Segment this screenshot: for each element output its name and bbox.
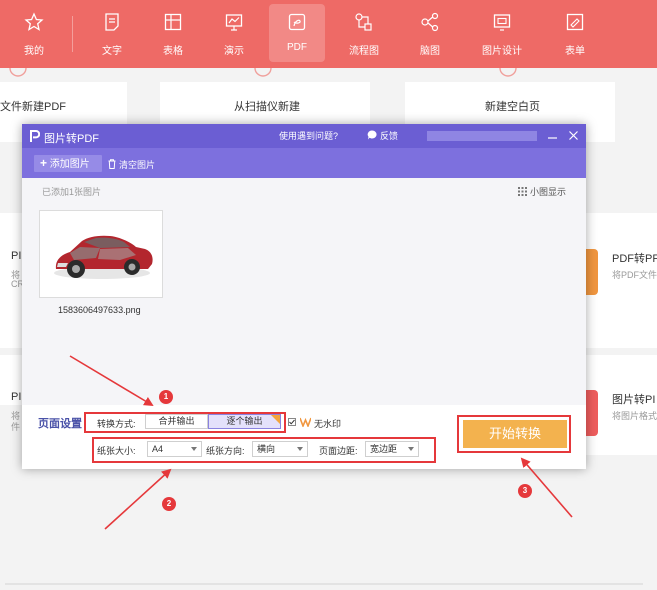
step-marker-1: 1	[159, 390, 173, 404]
arrow-2	[104, 468, 172, 530]
step-marker-2: 2	[162, 497, 176, 511]
arrow-1	[69, 355, 154, 406]
annotation-arrows	[69, 355, 573, 530]
step-marker-3: 3	[518, 484, 532, 498]
